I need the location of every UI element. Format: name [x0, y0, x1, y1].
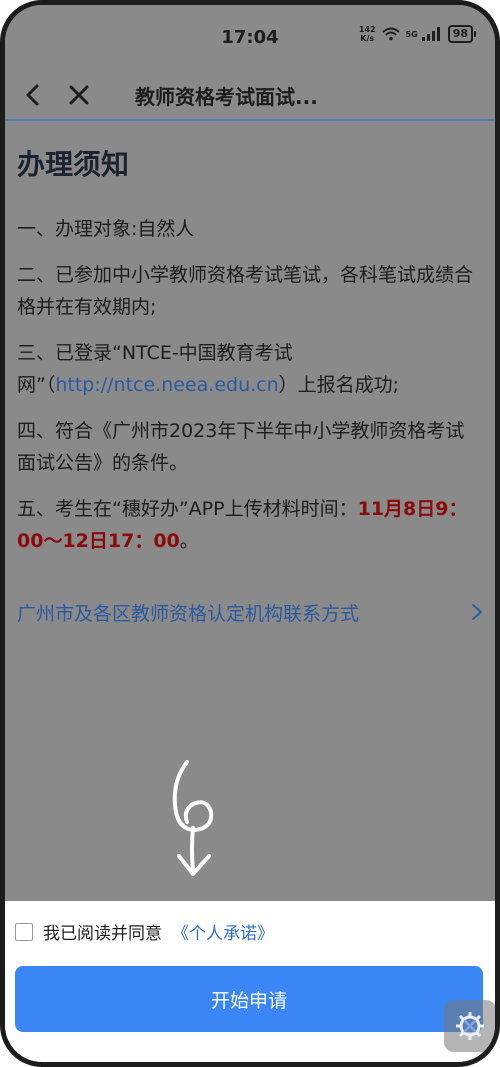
agreement-row: 我已阅读并同意 《个人承诺》 — [15, 919, 274, 944]
notice-item-2: 二、已参加中小学教师资格考试笔试，各科笔试成绩合格并在有效期内; — [17, 264, 474, 318]
notice-item-1: 一、办理对象:自然人 — [17, 218, 195, 240]
bottom-action-panel: 我已阅读并同意 《个人承诺》 开始申请 — [5, 901, 495, 1062]
agreement-text: 我已阅读并同意 — [43, 924, 162, 944]
nav-bar: 教师资格考试面试... — [5, 71, 495, 121]
status-icons: 142 K/s 5G 98 — [359, 25, 477, 43]
personal-commitment-link[interactable]: 《个人承诺》 — [172, 919, 274, 944]
page-title: 办理须知 — [17, 148, 130, 181]
phone-frame: 17:04 142 K/s 5G 98 教师资格考试面试... 办理须知 一、办… — [0, 0, 500, 1067]
wifi-icon — [381, 27, 400, 41]
start-application-button[interactable]: 开始申请 — [15, 966, 483, 1032]
notice-item-5: 五、考生在“穗好办”APP上传材料时间：11月8日9：00～12日17：00。 — [17, 493, 477, 557]
gear-icon — [456, 1012, 484, 1040]
close-button[interactable] — [63, 79, 95, 111]
agreement-checkbox[interactable] — [15, 922, 33, 941]
notice-content: 办理须知 一、办理对象:自然人 二、已参加中小学教师资格考试笔试，各科笔试成绩合… — [17, 129, 477, 571]
back-button[interactable] — [17, 79, 49, 111]
signal-bars-icon — [421, 27, 440, 41]
notice-item-3-suffix: ）上报名成功; — [278, 374, 400, 396]
notice-item-5-suffix: 。 — [179, 530, 199, 552]
network-speed-value: 142 — [358, 25, 376, 34]
chevron-right-icon — [472, 604, 482, 620]
notice-item-5-prefix: 五、考生在“穗好办”APP上传材料时间： — [17, 498, 358, 520]
signal-type-label: 5G — [405, 29, 418, 39]
chevron-left-icon — [26, 84, 39, 106]
contact-info-label: 广州市及各区教师资格认定机构联系方式 — [17, 602, 360, 625]
ntce-website-link[interactable]: http://ntce.neea.edu.cn — [55, 374, 278, 396]
network-speed-unit: K/s — [360, 34, 375, 43]
battery-indicator: 98 — [447, 25, 477, 43]
notice-item-4: 四、符合《广州市2023年下半年中小学教师资格考试面试公告》的条件。 — [17, 420, 465, 474]
contact-info-link[interactable]: 广州市及各区教师资格认定机构联系方式 — [17, 595, 483, 629]
network-speed: 142 K/s — [359, 25, 376, 43]
nav-title: 教师资格考试面试... — [135, 85, 318, 109]
floating-settings-button[interactable] — [444, 1000, 495, 1052]
handwritten-annotation — [172, 760, 214, 876]
close-icon — [69, 85, 89, 105]
status-bar: 17:04 142 K/s 5G 98 — [5, 5, 495, 71]
notice-item-3: 三、已登录“NTCE-中国教育考试网”（http://ntce.neea.edu… — [17, 337, 477, 401]
